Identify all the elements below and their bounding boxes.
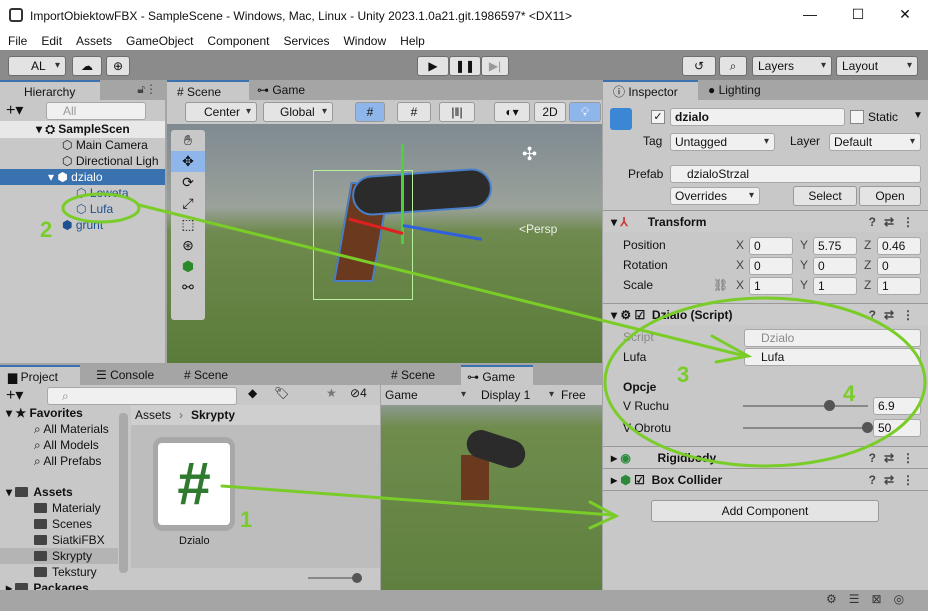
- annotation-2: 2: [40, 217, 52, 242]
- annotation-arrow-script: [220, 484, 620, 530]
- annotation-1: 1: [240, 507, 252, 532]
- annotation-ellipse-script: [603, 296, 927, 468]
- annotation-overlay: 1 2 3 4: [40, 192, 927, 532]
- annotation-ellipse-lufa: [61, 192, 141, 224]
- annotation-3: 3: [677, 362, 689, 387]
- annotation-4: 4: [843, 381, 856, 406]
- annotation-arrow-lufa: [137, 203, 753, 364]
